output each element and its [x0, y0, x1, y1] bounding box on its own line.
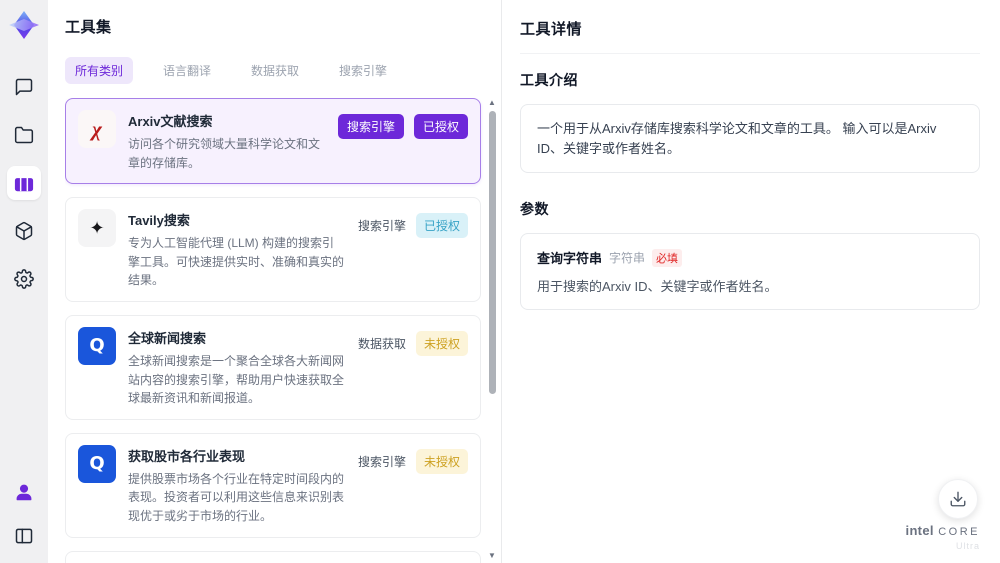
briefcase-icon — [14, 174, 34, 192]
download-icon — [950, 491, 966, 507]
nav-toolbox-button[interactable] — [7, 166, 41, 200]
params-section-heading: 参数 — [520, 201, 549, 217]
tool-detail-panel: 工具详情 工具介绍 一个用于从Arxiv存储库搜索科学论文和文章的工具。 输入可… — [502, 0, 1000, 563]
category-badge: 搜索引擎 — [337, 114, 404, 139]
nav-settings-button[interactable] — [7, 262, 41, 296]
nav-chat-button[interactable] — [7, 70, 41, 104]
param-type: 字符串 — [609, 251, 646, 265]
tab-data-acquisition[interactable]: 数据获取 — [241, 57, 309, 84]
tool-card-global-news[interactable]: Q 全球新闻搜索 全球新闻搜索是一个聚合全球各大新闻网站内容的搜索引擎，帮助用户… — [65, 314, 481, 420]
intel-core-logo: intel CORE Ultra — [906, 522, 980, 551]
panel-layout-icon — [15, 528, 33, 544]
nav-models-button[interactable] — [7, 214, 41, 248]
tab-search-engine[interactable]: 搜索引擎 — [329, 57, 397, 84]
nav-folder-button[interactable] — [7, 118, 41, 152]
brand-core: CORE — [938, 526, 980, 538]
tab-all-categories[interactable]: 所有类别 — [65, 57, 134, 84]
cube-icon — [15, 221, 33, 241]
arxiv-logo-icon: χ — [78, 110, 116, 148]
tool-cards-list: χ Arxiv文献搜索 访问各个研究领域大量科学论文和文章的存储库。 搜索引擎 … — [65, 98, 481, 563]
tool-title: Arxiv文献搜索 — [128, 114, 213, 129]
user-account-button[interactable] — [7, 475, 41, 509]
tool-intro-box: 一个用于从Arxiv存储库搜索科学论文和文章的工具。 输入可以是Arxiv ID… — [520, 104, 980, 173]
tool-description: 专为人工智能代理 (LLM) 构建的搜索引擎工具。可快速提供实时、准确和真实的结… — [128, 236, 345, 288]
scroll-down-arrow[interactable]: ▼ — [487, 551, 497, 561]
tool-description: 访问各个研究领域大量科学论文和文章的存储库。 — [128, 137, 321, 170]
tool-card-active-stocks[interactable]: Q 获取市场最活跃股票信息 提供当天交易量最高的股票列表。投资者可以利用这些信息… — [65, 550, 481, 563]
scroll-up-arrow[interactable]: ▲ — [487, 98, 497, 108]
tool-description: 全球新闻搜索是一个聚合全球各大新闻网站内容的搜索引擎，帮助用户快速获取全球最新资… — [128, 353, 345, 406]
chat-icon — [15, 78, 33, 96]
tool-card-stock-sector[interactable]: Q 获取股市各行业表现 提供股票市场各个行业在特定时间段内的表现。投资者可以利用… — [65, 432, 481, 538]
param-name: 查询字符串 — [537, 251, 603, 266]
category-label: 搜索引擎 — [357, 219, 406, 234]
tab-language-translation[interactable]: 语言翻译 — [153, 57, 221, 84]
brand-intel: intel — [905, 523, 934, 538]
tool-cards-region: χ Arxiv文献搜索 访问各个研究领域大量科学论文和文章的存储库。 搜索引擎 … — [65, 98, 501, 563]
download-button[interactable] — [938, 479, 978, 519]
category-label: 数据获取 — [357, 336, 406, 351]
tool-list-panel: 工具集 所有类别 语言翻译 数据获取 搜索引擎 χ Arxiv文献搜索 访问各个… — [48, 0, 502, 563]
intro-section-heading: 工具介绍 — [520, 72, 578, 88]
tavily-star-icon: ✦ — [78, 209, 116, 248]
auth-status-badge: 未授权 — [415, 330, 468, 356]
detail-panel-title: 工具详情 — [520, 21, 583, 38]
panel-toggle-button[interactable] — [7, 519, 41, 553]
auth-status-badge: 已授权 — [413, 114, 468, 139]
gear-icon — [14, 269, 34, 289]
list-scrollbar[interactable]: ▲ ▼ — [487, 98, 497, 561]
tool-title: Tavily搜索 — [128, 213, 190, 229]
logo-diamond-overlay — [9, 19, 39, 31]
tool-card-arxiv[interactable]: χ Arxiv文献搜索 访问各个研究领域大量科学论文和文章的存储库。 搜索引擎 … — [65, 98, 481, 185]
auth-status-badge: 未授权 — [415, 448, 468, 474]
category-tabs: 所有类别 语言翻译 数据获取 搜索引擎 — [65, 57, 501, 84]
tool-description: 提供股票市场各个行业在特定时间段内的表现。投资者可以利用这些信息来识别表现优于或… — [128, 471, 345, 523]
stock-sector-q-icon: Q — [78, 444, 116, 483]
page-title: 工具集 — [65, 19, 112, 36]
tool-title: 全球新闻搜索 — [128, 330, 207, 346]
rail-nav — [7, 70, 41, 296]
icon-rail — [0, 0, 48, 563]
scrollbar-thumb[interactable] — [489, 111, 496, 394]
user-icon — [16, 484, 32, 501]
parameter-box: 查询字符串 字符串 必填 用于搜索的Arxiv ID、关键字或作者姓名。 — [520, 233, 980, 310]
auth-status-badge: 已授权 — [415, 213, 468, 239]
divider — [520, 53, 980, 54]
tool-title: 获取股市各行业表现 — [128, 448, 246, 464]
folder-icon — [14, 126, 34, 144]
tool-card-tavily[interactable]: ✦ Tavily搜索 专为人工智能代理 (LLM) 构建的搜索引擎工具。可快速提… — [65, 197, 481, 302]
param-description: 用于搜索的Arxiv ID、关键字或作者姓名。 — [537, 279, 778, 294]
app-window: 工具集 所有类别 语言翻译 数据获取 搜索引擎 χ Arxiv文献搜索 访问各个… — [0, 0, 1000, 563]
param-required-badge: 必填 — [652, 248, 683, 267]
category-label: 搜索引擎 — [357, 454, 406, 469]
rail-bottom — [7, 475, 41, 553]
app-logo[interactable] — [7, 8, 41, 42]
brand-ultra: Ultra — [955, 541, 980, 551]
global-news-q-icon: Q — [78, 326, 116, 365]
